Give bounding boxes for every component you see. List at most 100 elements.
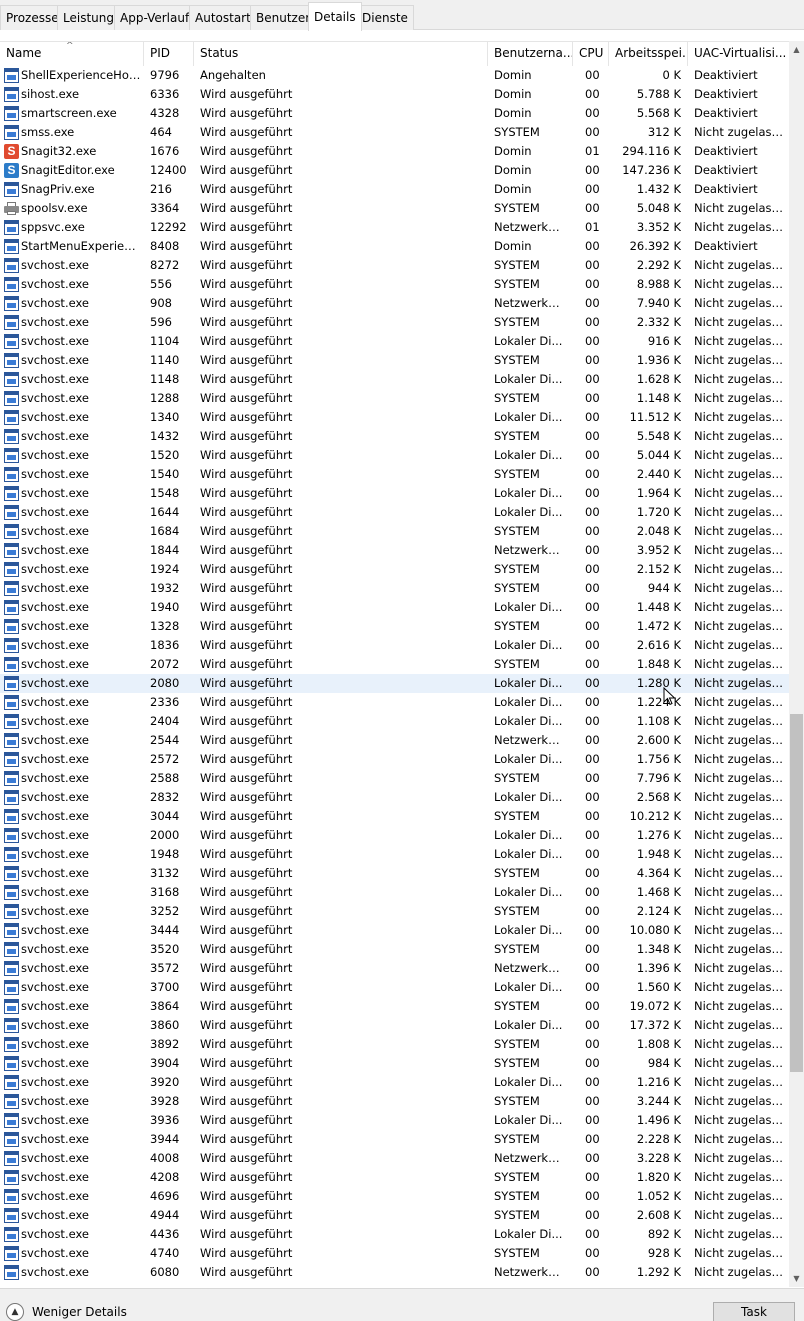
process-cpu: 00 xyxy=(585,125,600,139)
table-row[interactable]: smartscreen.exe 4328 Wird ausgeführt Domin 0… xyxy=(0,104,789,123)
table-row[interactable]: smss.exe 464 Wird ausgeführt SYSTEM 00 312 K N… xyxy=(0,123,789,142)
table-row[interactable]: svchost.exe 1948 Wird ausgeführt Lokaler Di… xyxy=(0,845,789,864)
window-app-icon xyxy=(4,296,19,311)
process-memory: 10.212 K xyxy=(629,809,681,823)
table-row[interactable]: svchost.exe 3892 Wird ausgeführt SYSTEM 00 1.… xyxy=(0,1035,789,1054)
table-row[interactable]: svchost.exe 3700 Wird ausgeführt Lokaler Di… xyxy=(0,978,789,997)
column-header-cpu[interactable]: CPU xyxy=(573,42,609,66)
table-row[interactable]: svchost.exe 1104 Wird ausgeführt Lokaler Di… xyxy=(0,332,789,351)
table-row[interactable]: svchost.exe 3444 Wird ausgeführt Lokaler Di… xyxy=(0,921,789,940)
process-status: Wird ausgeführt xyxy=(200,1113,293,1127)
table-row[interactable]: svchost.exe 1328 Wird ausgeführt SYSTEM 00 1.… xyxy=(0,617,789,636)
table-row[interactable]: svchost.exe 596 Wird ausgeführt SYSTEM 00 2.3… xyxy=(0,313,789,332)
process-pid: 1540 xyxy=(150,467,180,481)
tab-dienste[interactable]: Dienste xyxy=(356,5,414,30)
tab-autostart[interactable]: Autostart xyxy=(189,5,257,30)
tab-leistung[interactable]: Leistung xyxy=(57,5,120,30)
table-row[interactable]: svchost.exe 2404 Wird ausgeführt Lokaler Di… xyxy=(0,712,789,731)
table-row[interactable]: svchost.exe 1148 Wird ausgeführt Lokaler Di… xyxy=(0,370,789,389)
tab-app-verlauf[interactable]: App-Verlauf xyxy=(114,5,196,30)
table-row[interactable]: svchost.exe 1684 Wird ausgeführt SYSTEM 00 2.… xyxy=(0,522,789,541)
table-row[interactable]: svchost.exe 4208 Wird ausgeführt SYSTEM 00 1.… xyxy=(0,1168,789,1187)
table-row[interactable]: svchost.exe 4696 Wird ausgeführt SYSTEM 00 1.… xyxy=(0,1187,789,1206)
scroll-up-icon[interactable]: ▲ xyxy=(789,41,804,58)
table-row[interactable]: svchost.exe 3252 Wird ausgeführt SYSTEM 00 2.… xyxy=(0,902,789,921)
vertical-scrollbar[interactable]: ▲ ▼ xyxy=(789,41,804,1287)
table-row[interactable]: sihost.exe 6336 Wird ausgeführt Domin 00 5.78… xyxy=(0,85,789,104)
table-row[interactable]: svchost.exe 3132 Wird ausgeführt SYSTEM 00 4.… xyxy=(0,864,789,883)
table-row[interactable]: sppsvc.exe 12292 Wird ausgeführt Netzwerkd.… xyxy=(0,218,789,237)
table-row[interactable]: svchost.exe 3572 Wird ausgeführt Netzwerkd.… xyxy=(0,959,789,978)
table-row[interactable]: svchost.exe 1548 Wird ausgeführt Lokaler Di… xyxy=(0,484,789,503)
column-header-user[interactable]: Benutzerna... xyxy=(488,42,573,66)
table-row[interactable]: svchost.exe 4436 Wird ausgeführt Lokaler Di… xyxy=(0,1225,789,1244)
table-row[interactable]: svchost.exe 4944 Wird ausgeführt SYSTEM 00 2.… xyxy=(0,1206,789,1225)
table-row[interactable]: svchost.exe 3044 Wird ausgeführt SYSTEM 00 10… xyxy=(0,807,789,826)
table-row[interactable]: svchost.exe 4008 Wird ausgeführt Netzwerkd.… xyxy=(0,1149,789,1168)
table-row[interactable]: svchost.exe 1340 Wird ausgeführt Lokaler Di… xyxy=(0,408,789,427)
table-row[interactable]: ShellExperienceHost.... 9796 Angehalten Dom… xyxy=(0,66,789,85)
table-row[interactable]: S Snagit32.exe 1676 Wird ausgeführt Domin 01 2… xyxy=(0,142,789,161)
process-uac: Nicht zugelass... xyxy=(694,1113,786,1127)
fewer-details-link[interactable]: Weniger Details xyxy=(32,1305,127,1319)
end-task-button[interactable]: Task beenden xyxy=(713,1302,795,1321)
column-header-uac[interactable]: UAC-Virtualisi... xyxy=(688,42,789,66)
table-row[interactable]: svchost.exe 3904 Wird ausgeführt SYSTEM 00 98… xyxy=(0,1054,789,1073)
process-status: Wird ausgeführt xyxy=(200,980,293,994)
process-user: Lokaler Di... xyxy=(494,334,563,348)
table-row[interactable]: svchost.exe 2588 Wird ausgeführt SYSTEM 00 7.… xyxy=(0,769,789,788)
table-row[interactable]: svchost.exe 1844 Wird ausgeführt Netzwerkd.… xyxy=(0,541,789,560)
table-row[interactable]: svchost.exe 1520 Wird ausgeführt Lokaler Di… xyxy=(0,446,789,465)
table-row[interactable]: svchost.exe 1644 Wird ausgeführt Lokaler Di… xyxy=(0,503,789,522)
chevron-up-circle-icon[interactable]: ▲ xyxy=(6,1303,24,1321)
table-row[interactable]: S SnagitEditor.exe 12400 Wird ausgeführt Dom… xyxy=(0,161,789,180)
process-uac: Nicht zugelass... xyxy=(694,543,786,557)
process-cpu: 00 xyxy=(585,239,600,253)
table-row[interactable]: svchost.exe 2572 Wird ausgeführt Lokaler Di… xyxy=(0,750,789,769)
table-row[interactable]: svchost.exe 1432 Wird ausgeführt SYSTEM 00 5.… xyxy=(0,427,789,446)
tab-prozesse[interactable]: Prozesse xyxy=(0,5,65,30)
column-header-name[interactable]: ^ Name xyxy=(0,42,144,66)
table-row[interactable]: svchost.exe 3860 Wird ausgeführt Lokaler Di… xyxy=(0,1016,789,1035)
table-row[interactable]: svchost.exe 1932 Wird ausgeführt SYSTEM 00 94… xyxy=(0,579,789,598)
table-row[interactable]: svchost.exe 3936 Wird ausgeführt Lokaler Di… xyxy=(0,1111,789,1130)
table-row[interactable]: svchost.exe 3944 Wird ausgeführt SYSTEM 00 2.… xyxy=(0,1130,789,1149)
table-row[interactable]: svchost.exe 6080 Wird ausgeführt Netzwerkd.… xyxy=(0,1263,789,1282)
tab-details[interactable]: Details xyxy=(308,2,362,31)
table-row[interactable]: svchost.exe 1540 Wird ausgeführt SYSTEM 00 2.… xyxy=(0,465,789,484)
process-cpu: 00 xyxy=(585,847,600,861)
table-row[interactable]: svchost.exe 1940 Wird ausgeführt Lokaler Di… xyxy=(0,598,789,617)
tab-benutzer[interactable]: Benutzer xyxy=(250,5,317,30)
column-header-pid[interactable]: PID xyxy=(144,42,194,66)
column-header-status[interactable]: Status xyxy=(194,42,488,66)
process-cpu: 00 xyxy=(585,543,600,557)
table-row[interactable]: svchost.exe 8272 Wird ausgeführt SYSTEM 00 2.… xyxy=(0,256,789,275)
table-row[interactable]: svchost.exe 3920 Wird ausgeführt Lokaler Di… xyxy=(0,1073,789,1092)
table-row[interactable]: svchost.exe 1924 Wird ausgeführt SYSTEM 00 2.… xyxy=(0,560,789,579)
table-row[interactable]: svchost.exe 1140 Wird ausgeführt SYSTEM 00 1.… xyxy=(0,351,789,370)
table-row[interactable]: svchost.exe 3520 Wird ausgeführt SYSTEM 00 1.… xyxy=(0,940,789,959)
process-memory: 1.052 K xyxy=(636,1189,681,1203)
table-row[interactable]: StartMenuExperienc... 8408 Wird ausgeführt… xyxy=(0,237,789,256)
table-row[interactable]: svchost.exe 3168 Wird ausgeführt Lokaler Di… xyxy=(0,883,789,902)
process-pid: 3044 xyxy=(150,809,180,823)
window-app-icon xyxy=(4,562,19,577)
table-row[interactable]: svchost.exe 2000 Wird ausgeführt Lokaler Di… xyxy=(0,826,789,845)
window-app-icon xyxy=(4,372,19,387)
table-row[interactable]: svchost.exe 3928 Wird ausgeführt SYSTEM 00 3.… xyxy=(0,1092,789,1111)
table-row[interactable]: svchost.exe 2544 Wird ausgeführt Netzwerkd.… xyxy=(0,731,789,750)
scroll-down-icon[interactable]: ▼ xyxy=(789,1270,804,1287)
column-header-memory[interactable]: Arbeitsspei... xyxy=(609,42,688,66)
process-cpu: 00 xyxy=(585,1170,600,1184)
table-row[interactable]: svchost.exe 2072 Wird ausgeführt SYSTEM 00 1.… xyxy=(0,655,789,674)
table-row[interactable]: spoolsv.exe 3364 Wird ausgeführt SYSTEM 00 5.… xyxy=(0,199,789,218)
scrollbar-thumb[interactable] xyxy=(790,714,803,1072)
table-row[interactable]: svchost.exe 1836 Wird ausgeführt Lokaler Di… xyxy=(0,636,789,655)
table-row[interactable]: svchost.exe 556 Wird ausgeführt SYSTEM 00 8.9… xyxy=(0,275,789,294)
table-row[interactable]: svchost.exe 1288 Wird ausgeführt SYSTEM 00 1.… xyxy=(0,389,789,408)
table-row[interactable]: svchost.exe 908 Wird ausgeführt Netzwerkd..… xyxy=(0,294,789,313)
table-row[interactable]: svchost.exe 4740 Wird ausgeführt SYSTEM 00 92… xyxy=(0,1244,789,1263)
table-row[interactable]: svchost.exe 2832 Wird ausgeführt Lokaler Di… xyxy=(0,788,789,807)
table-row[interactable]: svchost.exe 3864 Wird ausgeführt SYSTEM 00 19… xyxy=(0,997,789,1016)
table-row[interactable]: SnagPriv.exe 216 Wird ausgeführt Domin 00 1.4… xyxy=(0,180,789,199)
